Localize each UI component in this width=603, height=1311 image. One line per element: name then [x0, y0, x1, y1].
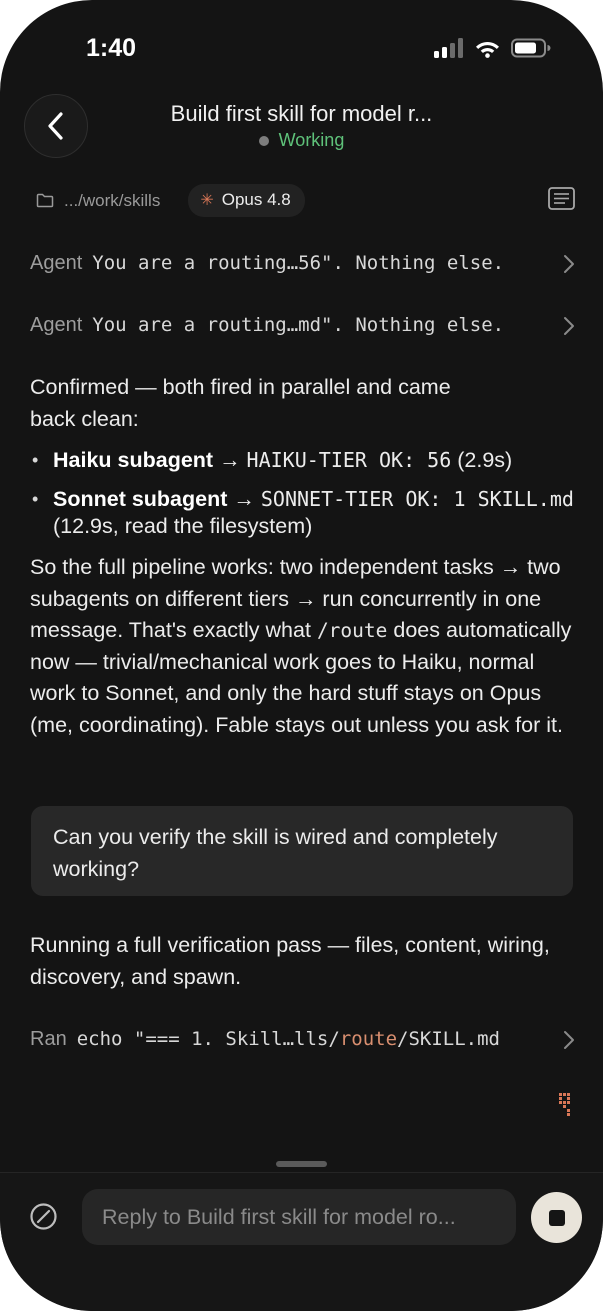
list-item: Haiku subagent → HAIKU-TIER OK: 56 (2.9s… — [30, 447, 575, 474]
agent-tool-row[interactable]: Agent You are a routing…56". Nothing else… — [30, 252, 575, 275]
assistant-summary: So the full pipeline works: two independ… — [30, 555, 572, 737]
folder-path-chip[interactable]: .../work/skills — [30, 185, 166, 217]
signal-icon — [434, 38, 463, 58]
folder-icon — [36, 193, 54, 208]
status-time: 1:40 — [86, 34, 137, 62]
battery-icon — [511, 38, 551, 58]
tool-label: Agent — [30, 314, 83, 336]
stop-icon — [548, 1209, 565, 1226]
model-chip[interactable]: ✳ Opus 4.8 — [188, 184, 305, 217]
status-label: Working — [278, 130, 345, 150]
chevron-right-icon — [564, 1030, 574, 1049]
transcript-button[interactable] — [548, 187, 575, 215]
tool-label: Ran — [30, 1028, 67, 1050]
asterisk-icon: ✳ — [200, 192, 214, 209]
chevron-right-icon — [564, 254, 574, 273]
status-dot-icon — [258, 135, 269, 146]
result-list: Haiku subagent → HAIKU-TIER OK: 56 (2.9s… — [30, 447, 575, 552]
compass-icon — [30, 1203, 57, 1230]
list-item: Sonnet subagent → SONNET-TIER OK: 1 SKIL… — [30, 486, 575, 540]
phone-screen: 1:40 Build first skill for model r... Wo… — [0, 0, 603, 1311]
user-message: Can you verify the skill is wired and co… — [31, 806, 573, 896]
agent-tool-row[interactable]: Agent You are a routing…md". Nothing else… — [30, 314, 575, 337]
status-icons — [434, 38, 551, 58]
tool-label: Agent — [30, 252, 83, 274]
assistant-message: Confirmed — both fired in parallel and c… — [30, 375, 451, 431]
stop-button[interactable] — [531, 1192, 582, 1243]
tool-summary: You are a routing…md". Nothing else. — [92, 314, 505, 336]
ran-command-row[interactable]: Ran echo "=== 1. Skill…lls/route/SKILL.md — [30, 1028, 575, 1051]
chevron-left-icon — [48, 112, 63, 140]
back-button[interactable] — [24, 94, 88, 158]
folder-path: .../work/skills — [64, 190, 161, 210]
conversation-title: Build first skill for model r... — [170, 101, 433, 126]
document-list-icon — [548, 187, 575, 210]
wifi-icon — [476, 42, 499, 58]
inline-code: /route — [316, 619, 388, 642]
context-chips: .../work/skills ✳ Opus 4.8 — [30, 184, 305, 217]
working-status: Working — [120, 130, 483, 151]
model-name: Opus 4.8 — [221, 190, 291, 209]
activity-spinner-icon — [559, 1093, 573, 1122]
compass-button[interactable] — [29, 1202, 58, 1236]
assistant-message: Running a full verification pass — files… — [30, 933, 550, 989]
chevron-right-icon — [564, 316, 574, 335]
sheet-handle[interactable] — [276, 1161, 327, 1167]
reply-input[interactable] — [82, 1189, 516, 1245]
tool-summary: You are a routing…56". Nothing else. — [92, 252, 505, 274]
